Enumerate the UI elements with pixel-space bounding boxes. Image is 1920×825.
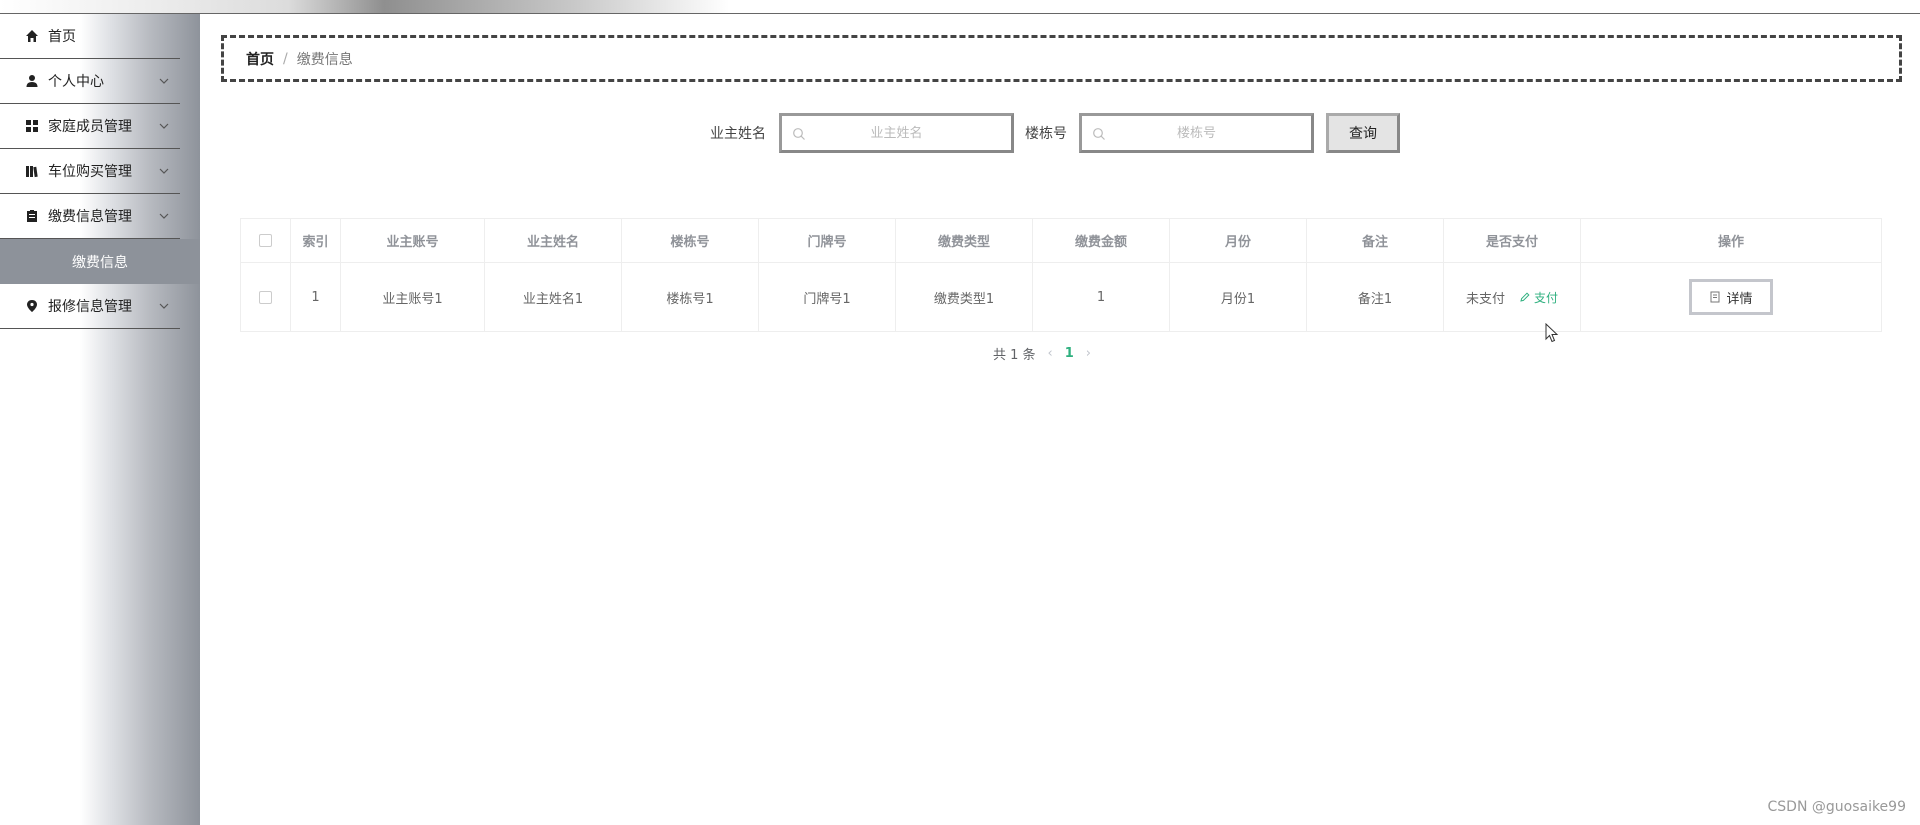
owner-name-field[interactable] [779, 113, 1014, 153]
search-bar: 业主姓名 楼栋号 查询 [0, 113, 1920, 153]
column-header: 备注 [1307, 219, 1444, 262]
breadcrumb-current: 缴费信息 [296, 51, 353, 68]
chevron-down-icon [159, 303, 169, 309]
location-pin-icon [24, 298, 40, 314]
building-input[interactable] [1082, 116, 1311, 150]
sidebar-item-home[interactable]: 首页 [0, 14, 180, 59]
breadcrumb-separator: / [283, 50, 288, 67]
column-header: 业主姓名 [485, 219, 622, 262]
home-icon [24, 28, 40, 44]
query-button[interactable]: 查询 [1326, 113, 1400, 153]
pay-button[interactable]: 支付 [1519, 289, 1558, 306]
actions-cell: 详情 [1581, 263, 1881, 331]
paid-status-cell: 未支付 支付 [1444, 263, 1581, 331]
row-select-cell [241, 263, 291, 331]
building-field[interactable] [1079, 113, 1314, 153]
watermark: CSDN @guosaike99 [1767, 799, 1907, 815]
breadcrumb-home[interactable]: 首页 [246, 49, 274, 69]
column-header: 业主账号 [341, 219, 485, 262]
sidebar-item-parking-purchase[interactable]: 车位购买管理 [0, 149, 180, 194]
pay-label: 支付 [1534, 290, 1559, 305]
column-header: 门牌号 [759, 219, 896, 262]
sidebar-item-personal-center[interactable]: 个人中心 [0, 59, 180, 104]
sidebar-item-payment-management[interactable]: 缴费信息管理 [0, 194, 180, 239]
payment-table: 索引 业主账号 业主姓名 楼栋号 门牌号 缴费类型 缴费金额 月份 备注 是否支… [240, 218, 1882, 332]
column-header: 是否支付 [1444, 219, 1581, 262]
column-header: 楼栋号 [622, 219, 759, 262]
sidebar-subitem-label: 缴费信息 [72, 254, 128, 271]
column-header: 月份 [1170, 219, 1307, 262]
table-cell: 业主姓名1 [485, 263, 622, 331]
sidebar-item-label: 缴费信息管理 [48, 209, 132, 225]
prev-page-icon[interactable]: ‹ [1048, 346, 1053, 361]
column-header: 操作 [1717, 235, 1744, 250]
user-icon [24, 73, 40, 89]
building-label: 楼栋号 [1025, 126, 1067, 142]
table-cell: 1 [291, 263, 341, 331]
column-header: 缴费类型 [896, 219, 1033, 262]
clipboard-icon [24, 208, 40, 224]
select-all-cell [241, 219, 291, 262]
chevron-down-icon [159, 168, 169, 174]
sidebar-item-label: 车位购买管理 [48, 164, 132, 180]
row-checkbox[interactable] [259, 290, 272, 304]
sidebar-item-label: 报修信息管理 [48, 299, 132, 315]
owner-name-label: 业主姓名 [710, 126, 766, 142]
search-icon [1093, 128, 1105, 140]
pagination-total: 共 1 条 [993, 348, 1036, 363]
table-header-row: 索引 业主账号 业主姓名 楼栋号 门牌号 缴费类型 缴费金额 月份 备注 是否支… [241, 219, 1881, 263]
paid-status-text: 未支付 [1465, 291, 1505, 307]
table-cell: 月份1 [1170, 263, 1307, 331]
chevron-down-icon [159, 213, 169, 219]
table-cell: 备注1 [1307, 263, 1444, 331]
table-cell: 门牌号1 [759, 263, 896, 331]
mouse-cursor-icon [1545, 323, 1559, 343]
next-page-icon[interactable]: › [1086, 346, 1091, 361]
column-header: 缴费金额 [1033, 219, 1170, 262]
search-icon [793, 128, 805, 140]
sidebar-item-label: 个人中心 [48, 74, 104, 90]
sidebar-item-repair-management[interactable]: 报修信息管理 [0, 284, 180, 329]
sidebar-item-label: 首页 [48, 29, 76, 45]
table-row: 1 业主账号1 业主姓名1 楼栋号1 门牌号1 缴费类型1 1 月份1 备注1 … [241, 263, 1881, 331]
table-cell: 缴费类型1 [896, 263, 1033, 331]
table-cell: 楼栋号1 [622, 263, 759, 331]
document-icon [1710, 291, 1720, 303]
chevron-down-icon [159, 78, 169, 84]
page-number[interactable]: 1 [1065, 346, 1074, 361]
top-strip [0, 0, 1920, 14]
breadcrumb: 首页 / 缴费信息 [221, 35, 1902, 82]
books-icon [24, 163, 40, 179]
edit-icon [1520, 292, 1530, 302]
table-cell: 1 [1033, 263, 1170, 331]
column-header: 索引 [291, 219, 341, 262]
owner-name-input[interactable] [782, 116, 1011, 150]
detail-label: 详情 [1726, 291, 1753, 307]
pagination: 共 1 条 ‹ 1 › [993, 344, 1103, 363]
sidebar-subitem-payment-info[interactable]: 缴费信息 [0, 239, 200, 284]
select-all-checkbox[interactable] [259, 234, 272, 247]
table-cell: 业主账号1 [341, 263, 485, 331]
detail-button[interactable]: 详情 [1689, 279, 1773, 315]
